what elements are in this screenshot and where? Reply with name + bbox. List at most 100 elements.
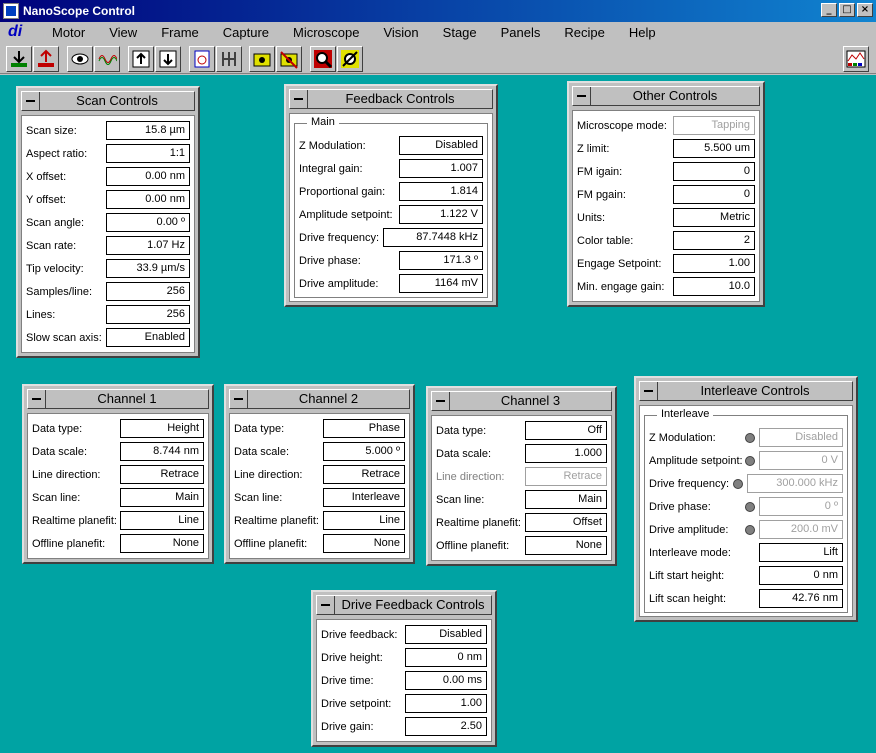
z-limit-field[interactable]: 5.500 um	[673, 139, 755, 158]
link-toggle-icon[interactable]	[745, 432, 755, 443]
drive-amplitude-field[interactable]: 1164 mV	[399, 274, 483, 293]
drive-height-field[interactable]: 0 nm	[405, 648, 487, 667]
palette-button[interactable]	[843, 46, 869, 72]
lines-field[interactable]: 256	[106, 305, 190, 324]
scan-size-field[interactable]: 15.8 µm	[106, 121, 190, 140]
minimize-button[interactable]: _	[821, 3, 837, 17]
realtime-planefit-field[interactable]: Offset	[525, 513, 607, 532]
menu-recipe[interactable]: Recipe	[552, 25, 616, 40]
y-offset-field[interactable]: 0.00 nm	[106, 190, 190, 209]
scan-rate-field[interactable]: 1.07 Hz	[106, 236, 190, 255]
drive-frequency-field[interactable]: 87.7448 kHz	[383, 228, 483, 247]
z-modulation-field[interactable]: Disabled	[399, 136, 483, 155]
frame-up-button[interactable]	[128, 46, 154, 72]
withdraw-button[interactable]	[33, 46, 59, 72]
menu-microscope[interactable]: Microscope	[281, 25, 371, 40]
minimize-icon[interactable]	[22, 92, 40, 110]
maximize-button[interactable]: □	[839, 3, 855, 17]
data-type-field[interactable]: Phase	[323, 419, 405, 438]
link-toggle-icon[interactable]	[733, 478, 743, 489]
tip-velocity-field[interactable]: 33.9 µm/s	[106, 259, 190, 278]
realtime-planefit-field[interactable]: Line	[323, 511, 405, 530]
field-label: Lift scan height:	[649, 592, 727, 605]
menu-stage[interactable]: Stage	[431, 25, 489, 40]
minimize-icon[interactable]	[290, 90, 308, 108]
scan-line-field[interactable]: Main	[120, 488, 204, 507]
menu-motor[interactable]: Motor	[40, 25, 97, 40]
panel-title: Channel 3	[500, 393, 561, 408]
data-scale-field[interactable]: 8.744 nm	[120, 442, 204, 461]
drive-time-field[interactable]: 0.00 ms	[405, 671, 487, 690]
zoom-icon	[314, 50, 333, 69]
drive-gain-field[interactable]: 2.50	[405, 717, 487, 736]
link-toggle-icon[interactable]	[745, 501, 755, 512]
data-type-field[interactable]: Height	[120, 419, 204, 438]
drive-phase-field[interactable]: 171.3 º	[399, 251, 483, 270]
panel-title: Channel 2	[298, 391, 359, 406]
proportional-gain-field[interactable]: 1.814	[399, 182, 483, 201]
link-toggle-icon[interactable]	[745, 455, 755, 466]
fm-igain-field[interactable]: 0	[673, 162, 755, 181]
color-table-field[interactable]: 2	[673, 231, 755, 250]
view-image-button[interactable]	[67, 46, 93, 72]
minimize-icon[interactable]	[28, 390, 46, 408]
menu-help[interactable]: Help	[617, 25, 668, 40]
offline-planefit-field[interactable]: None	[120, 534, 204, 553]
field-label: Drive time:	[321, 674, 374, 687]
link-toggle-icon[interactable]	[745, 524, 755, 535]
field-label: Drive phase:	[649, 500, 711, 513]
scan-angle-field[interactable]: 0.00 º	[106, 213, 190, 232]
fm-pgain-field[interactable]: 0	[673, 185, 755, 204]
integral-gain-field[interactable]: 1.007	[399, 159, 483, 178]
data-scale-field[interactable]: 5.000 º	[323, 442, 405, 461]
engage-button[interactable]	[6, 46, 32, 72]
line-direction-field[interactable]: Retrace	[323, 465, 405, 484]
menu-capture[interactable]: Capture	[211, 25, 281, 40]
data-scale-field[interactable]: 1.000	[525, 444, 607, 463]
lift-scan-height-field[interactable]: 42.76 nm	[759, 589, 843, 608]
amplitude-setpoint-field[interactable]: 1.122 V	[399, 205, 483, 224]
offline-planefit-field[interactable]: None	[525, 536, 607, 555]
field-label: Drive frequency:	[649, 477, 730, 490]
drive-feedback-field[interactable]: Disabled	[405, 625, 487, 644]
menu-frame[interactable]: Frame	[149, 25, 211, 40]
scan-line-field[interactable]: Interleave	[323, 488, 405, 507]
min-engage-gain-field[interactable]: 10.0	[673, 277, 755, 296]
drive-setpoint-field[interactable]: 1.00	[405, 694, 487, 713]
timer-button[interactable]	[189, 46, 215, 72]
minimize-icon[interactable]	[640, 382, 658, 400]
x-offset-field[interactable]: 0.00 nm	[106, 167, 190, 186]
aspect-ratio-field[interactable]: 1:1	[106, 144, 190, 163]
line-direction-field[interactable]: Retrace	[120, 465, 204, 484]
offline-planefit-field[interactable]: None	[323, 534, 405, 553]
close-button[interactable]: ×	[857, 3, 873, 17]
minimize-icon[interactable]	[230, 390, 248, 408]
menu-vision[interactable]: Vision	[371, 25, 430, 40]
field-label: Engage Setpoint:	[577, 257, 662, 270]
zoom-button[interactable]	[310, 46, 336, 72]
samples-line-field[interactable]: 256	[106, 282, 190, 301]
tip-button[interactable]	[216, 46, 242, 72]
scan-line-field[interactable]: Main	[525, 490, 607, 509]
minimize-icon[interactable]	[317, 596, 335, 614]
menu-view[interactable]: View	[97, 25, 149, 40]
engage-setpoint-field[interactable]: 1.00	[673, 254, 755, 273]
capture-button[interactable]	[249, 46, 275, 72]
realtime-planefit-field[interactable]: Line	[120, 511, 204, 530]
offset-button[interactable]	[337, 46, 363, 72]
camera-off-icon	[280, 51, 298, 69]
lift-start-height-field[interactable]: 0 nm	[759, 566, 843, 585]
frame-down-button[interactable]	[155, 46, 181, 72]
minimize-icon[interactable]	[432, 392, 450, 410]
data-type-field[interactable]: Off	[525, 421, 607, 440]
units-field[interactable]: Metric	[673, 208, 755, 227]
interleave-mode-field[interactable]: Lift	[759, 543, 843, 562]
field-label: Data scale:	[234, 445, 290, 458]
minimize-icon[interactable]	[573, 87, 591, 105]
menu-panels[interactable]: Panels	[489, 25, 553, 40]
scope-trace-button[interactable]	[94, 46, 120, 72]
interleave-group: Interleave Z Modulation: Disabled Amplitu…	[644, 408, 848, 613]
slow-scan-axis-field[interactable]: Enabled	[106, 328, 190, 347]
capture-cancel-button[interactable]	[276, 46, 302, 72]
drive-amplitude-field: 200.0 mV	[759, 520, 843, 539]
